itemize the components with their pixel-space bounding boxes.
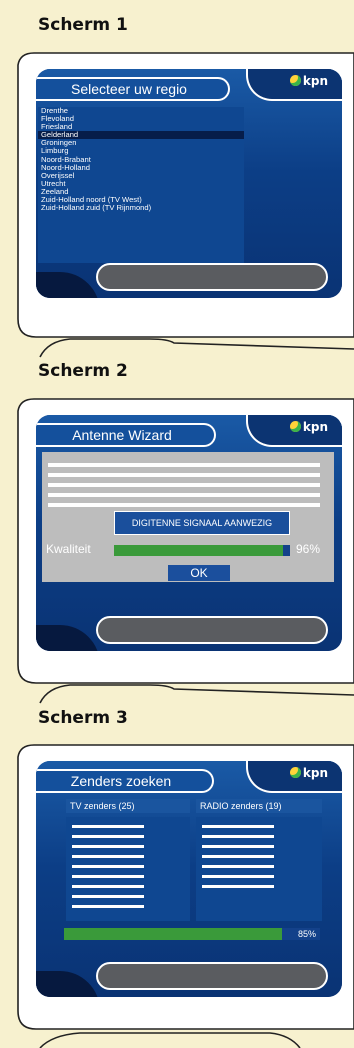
radio-channels-list bbox=[196, 817, 322, 921]
heading-scherm-1: Scherm 1 bbox=[38, 15, 128, 35]
channel-placeholder-line bbox=[202, 835, 274, 838]
channel-placeholder-line bbox=[72, 875, 144, 878]
screen-antenna-wizard: Antenne Wizard kpn DIGITENNE SIGNAAL AAN… bbox=[36, 415, 342, 651]
channel-placeholder-line bbox=[72, 865, 144, 868]
kpn-logo: kpn bbox=[289, 74, 328, 88]
screen-title: Selecteer uw regio bbox=[36, 77, 230, 101]
tv-channels-header: TV zenders (25) bbox=[66, 799, 190, 813]
screen-region-select: Selecteer uw regio kpn Drenthe Flevoland… bbox=[36, 69, 342, 298]
channel-placeholder-line bbox=[72, 885, 144, 888]
channel-placeholder-line bbox=[72, 905, 144, 908]
heading-scherm-2: Scherm 2 bbox=[38, 361, 128, 381]
region-list: Drenthe Flevoland Friesland Gelderland G… bbox=[38, 106, 244, 263]
kpn-logo: kpn bbox=[289, 766, 328, 780]
search-progress-fill bbox=[64, 928, 282, 940]
placeholder-text-line bbox=[48, 483, 320, 487]
search-progress-percent: 85% bbox=[297, 929, 316, 939]
channel-placeholder-line bbox=[72, 835, 144, 838]
search-progress-bar: 85% bbox=[64, 928, 320, 940]
bottom-bar bbox=[96, 263, 328, 291]
channel-placeholder-line bbox=[202, 865, 274, 868]
channel-placeholder-line bbox=[202, 825, 274, 828]
channel-placeholder-line bbox=[202, 845, 274, 848]
channel-placeholder-line bbox=[72, 845, 144, 848]
region-item-zuid-holland-zuid[interactable]: Zuid-Holland zuid (TV Rijnmond) bbox=[38, 204, 244, 212]
wizard-panel: DIGITENNE SIGNAAL AANWEZIG Kwaliteit 96%… bbox=[42, 452, 334, 582]
kpn-icon bbox=[289, 75, 301, 86]
quality-bar bbox=[114, 545, 290, 556]
channel-placeholder-line bbox=[202, 875, 274, 878]
signal-status-box: DIGITENNE SIGNAAL AANWEZIG bbox=[114, 511, 290, 535]
region-item-groningen[interactable]: Groningen bbox=[38, 139, 244, 147]
kpn-logo: kpn bbox=[289, 420, 328, 434]
quality-percent: 96% bbox=[296, 542, 321, 556]
ok-button[interactable]: OK bbox=[168, 565, 230, 581]
placeholder-text-line bbox=[48, 493, 320, 497]
placeholder-text-line bbox=[48, 473, 320, 477]
tv-channels-list bbox=[66, 817, 190, 921]
channel-placeholder-line bbox=[72, 895, 144, 898]
placeholder-text-line bbox=[48, 503, 320, 507]
kpn-icon bbox=[289, 421, 301, 432]
screen-title: Antenne Wizard bbox=[36, 423, 216, 447]
channel-placeholder-line bbox=[202, 855, 274, 858]
radio-channels-header: RADIO zenders (19) bbox=[196, 799, 322, 813]
channel-placeholder-line bbox=[72, 825, 144, 828]
channel-placeholder-line bbox=[202, 885, 274, 888]
bottom-bar bbox=[96, 616, 328, 644]
quality-bar-fill bbox=[114, 545, 283, 556]
placeholder-text-line bbox=[48, 463, 320, 467]
kpn-icon bbox=[289, 767, 301, 778]
screen-title: Zenders zoeken bbox=[36, 769, 214, 793]
heading-scherm-3: Scherm 3 bbox=[38, 708, 128, 728]
channel-placeholder-line bbox=[72, 855, 144, 858]
bottom-bar bbox=[96, 962, 328, 990]
screen-channel-search: Zenders zoeken kpn TV zenders (25) RADIO… bbox=[36, 761, 342, 997]
region-item-overijssel[interactable]: Overijssel bbox=[38, 171, 244, 180]
quality-label: Kwaliteit bbox=[46, 542, 91, 556]
region-item-utrecht[interactable]: Utrecht bbox=[38, 179, 244, 188]
